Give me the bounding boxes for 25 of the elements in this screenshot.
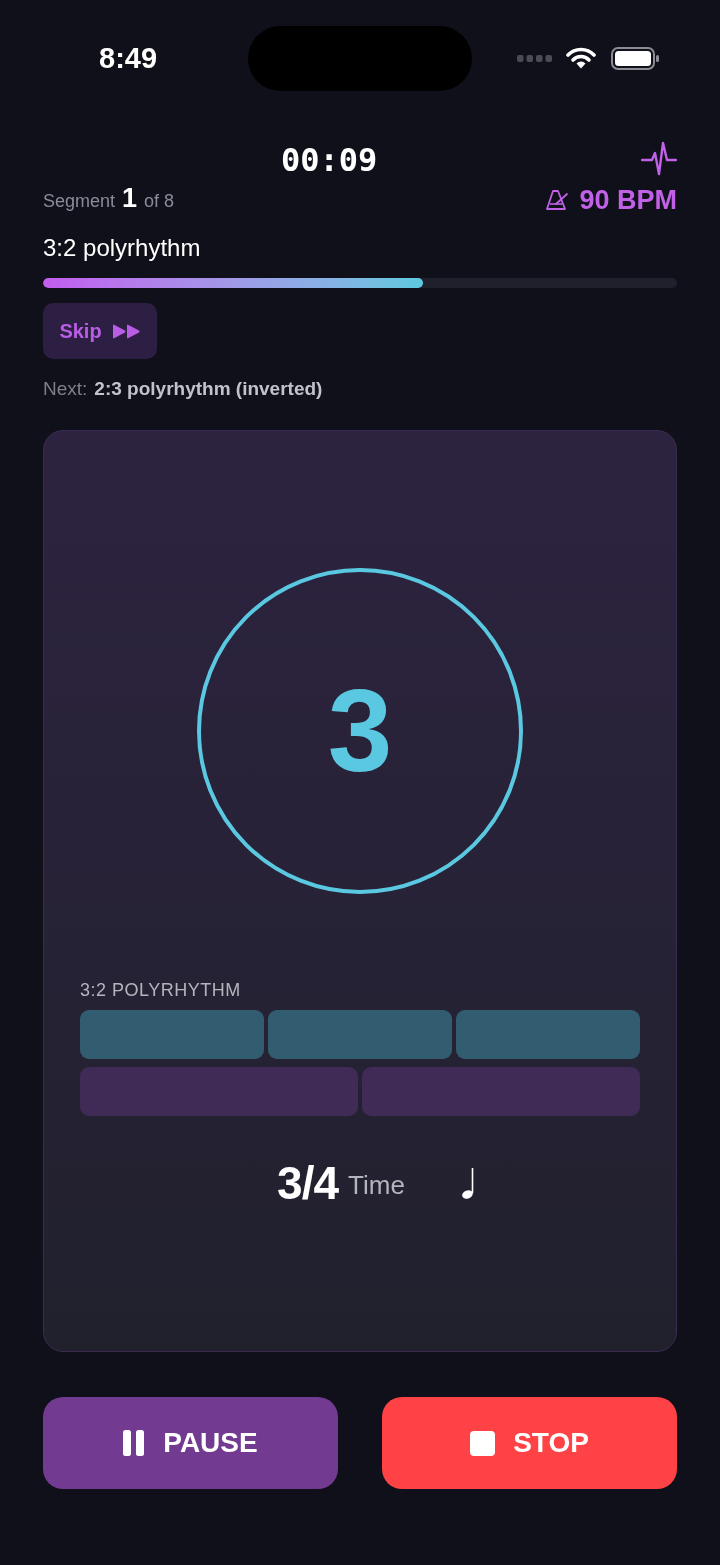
skip-button[interactable]: Skip — [43, 303, 157, 359]
segment-total: of 8 — [144, 190, 175, 213]
stop-icon — [470, 1430, 496, 1456]
status-time: 8:49 — [99, 43, 159, 73]
segment-label: Segment — [43, 190, 116, 213]
next-segment-title: 2:3 polyrhythm (inverted) — [94, 378, 323, 398]
pause-button[interactable]: PAUSE — [43, 1397, 338, 1489]
wifi-icon — [566, 47, 596, 69]
segment-title: 3:2 polyrhythm — [43, 236, 201, 260]
pause-icon — [123, 1430, 146, 1456]
battery-icon — [611, 46, 659, 70]
beat-number: 3 — [327, 673, 393, 789]
time-signature: 3/4 — [277, 1160, 339, 1206]
metronome-icon — [545, 189, 570, 211]
time-label: Time — [348, 1172, 405, 1198]
heartbeat-pulse-icon[interactable] — [641, 141, 677, 177]
quarter-note-icon — [460, 1166, 475, 1200]
next-label: Next: — [43, 378, 88, 398]
elapsed-timer: 00:09 — [281, 144, 378, 176]
fast-forward-icon — [111, 323, 141, 339]
tempo-bpm: 90 BPM — [579, 186, 677, 214]
signal-dots-icon — [517, 54, 552, 62]
stop-button[interactable]: STOP — [382, 1397, 677, 1489]
pattern-title: 3:2 POLYRHYTHM — [80, 981, 241, 999]
segment-number: 1 — [122, 185, 138, 212]
